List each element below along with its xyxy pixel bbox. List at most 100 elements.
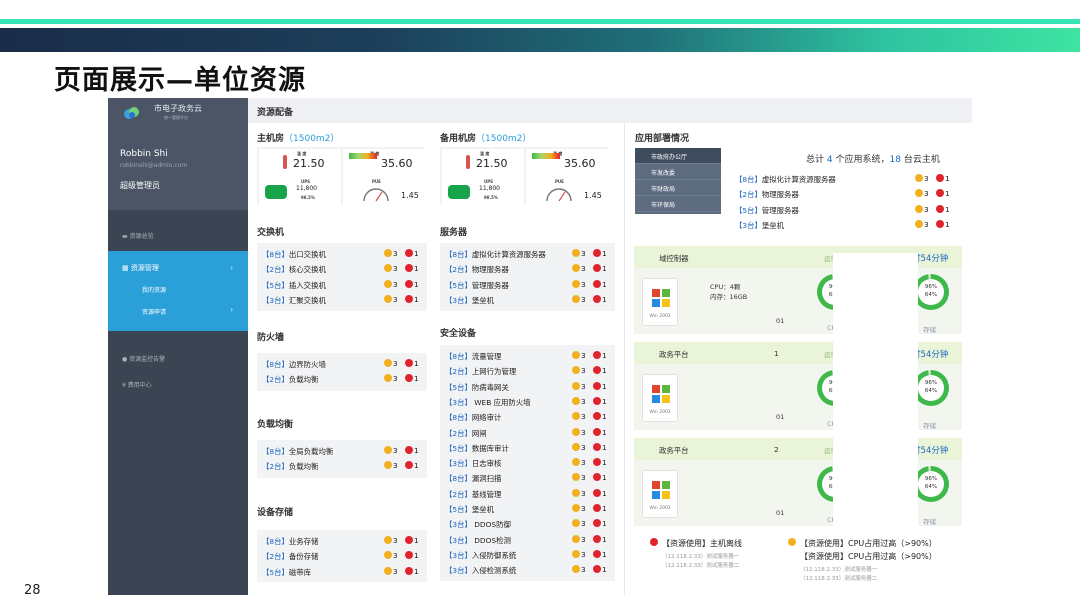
pue-label: PUE xyxy=(372,179,381,184)
list-item[interactable]: 【2台】上网行为管理 3 1 xyxy=(440,363,615,378)
nav-item-monitor[interactable]: ● 资源监控告警 xyxy=(122,354,165,363)
item-count: 【2台】 xyxy=(262,265,289,275)
list-item[interactable]: 【5台】数据库审计 3 1 xyxy=(440,440,615,455)
warning-dot-icon xyxy=(915,204,923,213)
list-item[interactable]: 【3台】汇聚交换机 3 1 xyxy=(257,292,427,307)
list-item[interactable]: 【3台】 DDOS防御 3 1 xyxy=(440,516,615,531)
item-label: 【2台】负载均衡 xyxy=(262,374,318,385)
app-menu-item[interactable]: 市政府办公厅 xyxy=(635,148,721,164)
item-label: 【8台】网络审计 xyxy=(445,412,501,423)
content-title: 资源配备 xyxy=(257,108,294,118)
list-item[interactable]: 【5台】防病毒网关 3 1 xyxy=(440,379,615,394)
error-x-icon xyxy=(593,504,601,512)
gauge-label: 存储 xyxy=(923,422,936,430)
list-item[interactable]: 【3台】堡垒机 3 1 xyxy=(440,292,615,307)
list-item[interactable]: 【3台】入侵检测系统 3 1 xyxy=(440,562,615,577)
error-x-icon xyxy=(593,427,601,436)
error-x-icon xyxy=(405,279,413,288)
list-item[interactable]: 【2台】核心交换机 3 1 xyxy=(257,261,427,276)
item-label: 【3台】日志审核 xyxy=(445,458,501,469)
list-item[interactable]: 【2台】备份存储 3 1 xyxy=(257,548,427,563)
item-count: 【2台】 xyxy=(445,428,472,438)
warning-dot-icon xyxy=(915,174,923,182)
list-item[interactable]: 【5台】磁带库 3 1 xyxy=(257,564,427,579)
item-label: 【2台】物理服务器 xyxy=(735,189,799,200)
list-item[interactable]: 【8台】全局负载均衡 3 1 xyxy=(257,443,427,458)
nav-item-expense[interactable]: ¥ 费用中心 xyxy=(122,380,152,389)
warning-count: 3 xyxy=(581,249,586,258)
humidity-bar-icon xyxy=(349,153,377,159)
list-item[interactable]: 【2台】负载均衡 3 1 xyxy=(257,371,427,386)
warning-dot-icon xyxy=(572,366,580,375)
warning-count: 3 xyxy=(393,536,398,545)
nav-overview-label: 资源总览 xyxy=(129,233,154,240)
list-item[interactable]: 【8台】流量管理 3 1 xyxy=(440,348,615,363)
list-item[interactable]: 【3台】日志审核 3 1 xyxy=(440,455,615,470)
item-label: 【2台】上网行为管理 xyxy=(445,366,516,377)
platform-title: 政务平台 xyxy=(659,350,689,359)
list-item[interactable]: 【2台】负载均衡 3 1 xyxy=(257,458,427,473)
error-count: 1 xyxy=(602,264,607,274)
ups-percent: 98.5% xyxy=(484,195,498,200)
server-title: 服务器 xyxy=(440,228,468,238)
list-item[interactable]: 【2台】基线管理 3 1 xyxy=(440,486,615,501)
list-item[interactable]: 【8台】虚拟化计算资源服务器 3 1 xyxy=(730,171,958,186)
nav-item-manage[interactable]: ▦ 资源管理 xyxy=(122,263,159,273)
error-count: 1 xyxy=(414,264,419,274)
warning-count: 3 xyxy=(924,204,929,214)
warning-dot-icon xyxy=(915,219,923,228)
error-count: 1 xyxy=(602,549,607,559)
app-menu-item[interactable]: 市环保局 xyxy=(635,196,721,212)
item-count: 【8台】 xyxy=(445,474,472,484)
list-item[interactable]: 【3台】堡垒机 3 1 xyxy=(730,217,958,232)
warning-dot-icon xyxy=(384,264,392,273)
nav-monitor-label: 资源监控告警 xyxy=(129,356,166,363)
nav-item-mine[interactable]: 我的资源 xyxy=(142,285,166,294)
warning-count: 3 xyxy=(393,294,398,304)
platform-title: 政务平台 xyxy=(659,446,689,455)
warning-count: 3 xyxy=(581,294,586,304)
item-count: 【8台】 xyxy=(262,250,289,259)
list-item[interactable]: 【8台】虚拟化计算资源服务器 3 1 xyxy=(440,246,615,261)
item-name: 管理服务器 xyxy=(471,280,509,290)
list-item[interactable]: 【8台】网络审计 3 1 xyxy=(440,409,615,424)
item-name: 核心交换机 xyxy=(288,265,326,275)
windows-logo-icon xyxy=(652,385,670,403)
warning-dot-icon xyxy=(384,461,392,470)
os-thumbnail: Win 2003 xyxy=(642,470,678,518)
alert-text: 【资源使用】CPU占用过高（>90%） xyxy=(800,539,937,548)
gauge-value-bottom: 64% xyxy=(924,292,938,298)
list-item[interactable]: 【3台】入侵防御系统 3 1 xyxy=(440,547,615,562)
warning-count: 3 xyxy=(581,351,586,360)
item-name: 管理服务器 xyxy=(761,205,799,215)
list-item[interactable]: 【8台】出口交换机 3 1 xyxy=(257,246,427,261)
apps-title: 应用部署情况 xyxy=(635,134,690,144)
error-count: 1 xyxy=(945,189,950,199)
list-item[interactable]: 【3台】 DDOS检测 3 1 xyxy=(440,532,615,547)
list-item[interactable]: 【2台】物理服务器 3 1 xyxy=(440,261,615,276)
list-item[interactable]: 【5台】管理服务器 3 1 xyxy=(730,202,958,217)
list-item[interactable]: 【8台】边界防火墙 3 1 xyxy=(257,356,427,371)
error-x-icon xyxy=(936,174,944,182)
app-menu-item[interactable]: 市财政局 xyxy=(635,180,721,196)
list-item[interactable]: 【2台】网闸 3 1 xyxy=(440,425,615,440)
nav-item-apply[interactable]: 资源申请 xyxy=(142,307,166,316)
list-item[interactable]: 【5台】堡垒机 3 1 xyxy=(440,501,615,516)
item-count: 【8台】 xyxy=(262,537,289,546)
warning-count: 3 xyxy=(393,264,398,274)
list-item[interactable]: 【5台】插入交换机 3 1 xyxy=(257,277,427,292)
item-label: 【2台】核心交换机 xyxy=(262,264,326,275)
item-count: 【2台】 xyxy=(262,462,289,472)
item-count: 【3台】 xyxy=(445,459,472,469)
error-count: 1 xyxy=(602,473,607,483)
list-item[interactable]: 【8台】业务存储 3 1 xyxy=(257,533,427,548)
ups-battery-icon xyxy=(265,185,287,199)
nav-item-overview[interactable]: ▬ 资源总览 xyxy=(108,225,248,243)
list-item[interactable]: 【8台】漏洞扫描 3 1 xyxy=(440,470,615,485)
list-item[interactable]: 【2台】物理服务器 3 1 xyxy=(730,186,958,201)
list-item[interactable]: 【3台】 WEB 应用防火墙 3 1 xyxy=(440,394,615,409)
slide-title: 页面展示—单位资源 xyxy=(54,65,306,96)
app-menu-item[interactable]: 市发改委 xyxy=(635,164,721,180)
item-count: 【3台】 xyxy=(445,535,472,545)
list-item[interactable]: 【5台】管理服务器 3 1 xyxy=(440,277,615,292)
